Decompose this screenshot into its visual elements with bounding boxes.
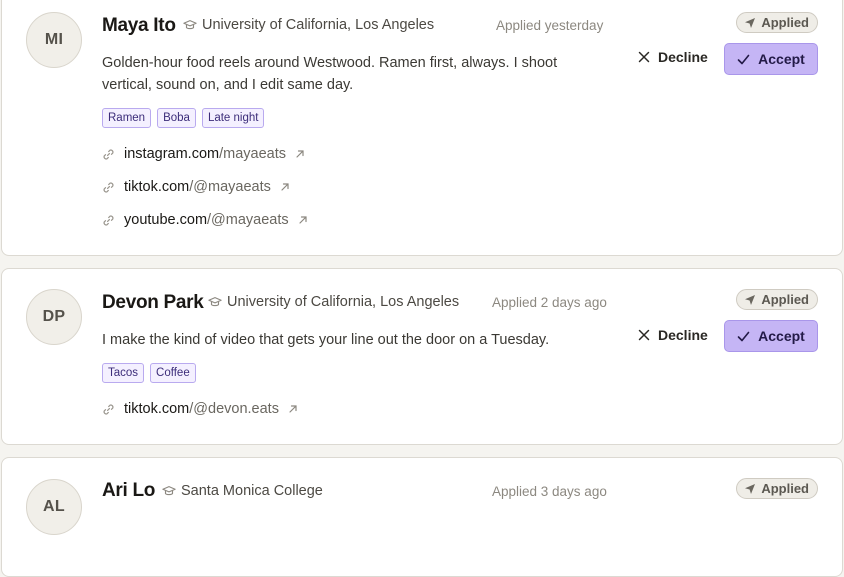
applicant-bio: Golden-hour food reels around Westwood. … (102, 55, 558, 93)
applicant-name: Devon Park (102, 292, 204, 313)
close-icon (638, 51, 650, 63)
check-icon (737, 54, 750, 64)
send-icon (745, 17, 756, 28)
applicant-name: Maya Ito (102, 15, 176, 36)
status-label: Applied (761, 15, 809, 30)
tag: Ramen (102, 108, 152, 128)
send-icon (745, 483, 756, 494)
decline-label: Decline (658, 49, 708, 65)
external-link-icon (296, 150, 304, 158)
applicant-school: Santa Monica College (162, 483, 323, 499)
external-link-icon (281, 183, 289, 191)
link-icon (103, 181, 114, 193)
external-link-icon (299, 216, 307, 224)
link-domain: tiktok.com (124, 179, 190, 195)
avatar: DP (26, 289, 82, 345)
accept-label: Accept (758, 328, 805, 344)
applied-timestamp: Applied 2 days ago (492, 295, 607, 310)
tag: Late night (201, 108, 265, 128)
link-domain: tiktok.com (124, 401, 190, 417)
tag: Boba (157, 108, 196, 128)
school-label: University of California, Los Angeles (227, 294, 460, 310)
external-link-icon (289, 405, 297, 413)
application-card: MI Maya Ito University of California, Lo… (1, 0, 843, 256)
decline-button[interactable]: Decline (638, 49, 708, 65)
accept-label: Accept (758, 51, 805, 67)
avatar: MI (26, 12, 82, 68)
applicant-name: Ari Lo (102, 480, 156, 501)
link-handle: /mayaeats (219, 146, 286, 162)
send-icon (745, 294, 756, 305)
applicant-school: University of California, Los Angeles (208, 294, 459, 310)
social-link-youtube[interactable]: youtube.com/@mayaeats (102, 212, 308, 228)
applied-timestamp: Applied yesterday (496, 18, 604, 33)
social-link-tiktok[interactable]: tiktok.com/@devon.eats (102, 401, 298, 417)
tag-list: Ramen Boba Late night (102, 108, 265, 128)
status-badge: Applied (736, 478, 818, 499)
accept-button[interactable]: Accept (724, 320, 818, 352)
tag-list: Tacos Coffee (102, 363, 196, 383)
link-handle: /@mayaeats (207, 212, 289, 228)
link-icon (103, 214, 114, 226)
application-card: DP Devon Park University of California, … (1, 268, 843, 445)
applicant-school: University of California, Los Angeles (183, 17, 434, 33)
graduation-cap-icon (208, 297, 222, 307)
link-icon (103, 148, 114, 160)
check-icon (737, 331, 750, 341)
decline-button[interactable]: Decline (638, 327, 708, 343)
applied-timestamp: Applied 3 days ago (492, 484, 607, 499)
link-domain: youtube.com (124, 212, 208, 228)
status-badge: Applied (736, 289, 818, 310)
link-domain: instagram.com (124, 146, 220, 162)
application-card: AL Ari Lo Santa Monica College Applied 3… (1, 457, 843, 577)
graduation-cap-icon (162, 486, 176, 496)
status-label: Applied (761, 292, 809, 307)
tag: Tacos (102, 363, 145, 383)
graduation-cap-icon (183, 20, 197, 30)
social-link-instagram[interactable]: instagram.com/mayaeats (102, 146, 305, 162)
social-link-tiktok[interactable]: tiktok.com/@mayaeats (102, 179, 290, 195)
status-badge: Applied (736, 12, 818, 33)
accept-button[interactable]: Accept (724, 43, 818, 75)
applicant-bio: I make the kind of video that gets your … (102, 332, 550, 348)
link-icon (103, 403, 114, 415)
link-handle: /@mayaeats (189, 179, 271, 195)
school-label: University of California, Los Angeles (202, 17, 435, 33)
decline-label: Decline (658, 327, 708, 343)
school-label: Santa Monica College (181, 483, 323, 499)
tag: Coffee (150, 363, 196, 383)
close-icon (638, 329, 650, 341)
avatar: AL (26, 479, 82, 535)
status-label: Applied (761, 481, 809, 496)
link-handle: /@devon.eats (189, 401, 279, 417)
